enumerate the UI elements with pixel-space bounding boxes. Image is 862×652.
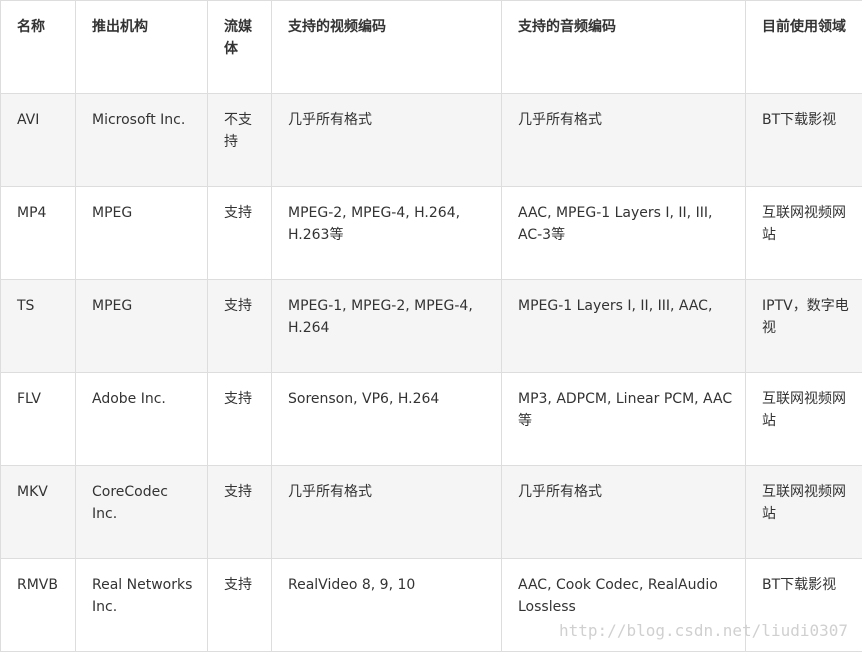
cell-organization: MPEG: [76, 280, 208, 373]
cell-organization: Real Networks Inc.: [76, 559, 208, 652]
table-row-mkv: MKV CoreCodec Inc. 支持 几乎所有格式 几乎所有格式 互联网视…: [1, 466, 862, 559]
header-usage: 目前使用领域: [746, 1, 862, 94]
cell-audio-codecs: MP3, ADPCM, Linear PCM, AAC等: [502, 373, 746, 466]
table-row-avi: AVI Microsoft Inc. 不支持 几乎所有格式 几乎所有格式 BT下…: [1, 94, 862, 187]
cell-video-codecs: 几乎所有格式: [272, 94, 502, 187]
cell-streaming: 支持: [208, 559, 272, 652]
cell-streaming: 支持: [208, 373, 272, 466]
cell-organization: Microsoft Inc.: [76, 94, 208, 187]
header-streaming: 流媒体: [208, 1, 272, 94]
cell-name: MKV: [1, 466, 76, 559]
table-row-mp4: MP4 MPEG 支持 MPEG-2, MPEG-4, H.264, H.263…: [1, 187, 862, 280]
cell-audio-codecs: 几乎所有格式: [502, 94, 746, 187]
header-audio-codecs: 支持的音频编码: [502, 1, 746, 94]
cell-organization: Adobe Inc.: [76, 373, 208, 466]
cell-streaming: 支持: [208, 466, 272, 559]
cell-name: AVI: [1, 94, 76, 187]
cell-video-codecs: RealVideo 8, 9, 10: [272, 559, 502, 652]
table-row-flv: FLV Adobe Inc. 支持 Sorenson, VP6, H.264 M…: [1, 373, 862, 466]
watermark-url: http://blog.csdn.net/liudi0307: [559, 621, 848, 640]
cell-video-codecs: 几乎所有格式: [272, 466, 502, 559]
cell-organization: MPEG: [76, 187, 208, 280]
cell-audio-codecs: MPEG-1 Layers I, II, III, AAC,: [502, 280, 746, 373]
cell-name: FLV: [1, 373, 76, 466]
cell-audio-codecs: 几乎所有格式: [502, 466, 746, 559]
cell-usage: 互联网视频网站: [746, 466, 862, 559]
cell-video-codecs: Sorenson, VP6, H.264: [272, 373, 502, 466]
cell-streaming: 支持: [208, 187, 272, 280]
cell-usage: IPTV，数字电视: [746, 280, 862, 373]
cell-usage: 互联网视频网站: [746, 373, 862, 466]
table-row-ts: TS MPEG 支持 MPEG-1, MPEG-2, MPEG-4, H.264…: [1, 280, 862, 373]
cell-organization: CoreCodec Inc.: [76, 466, 208, 559]
header-name: 名称: [1, 1, 76, 94]
format-comparison-table: 名称 推出机构 流媒体 支持的视频编码 支持的音频编码 目前使用领域 AVI M…: [0, 0, 862, 652]
header-video-codecs: 支持的视频编码: [272, 1, 502, 94]
cell-name: TS: [1, 280, 76, 373]
cell-video-codecs: MPEG-1, MPEG-2, MPEG-4, H.264: [272, 280, 502, 373]
cell-usage: BT下载影视: [746, 94, 862, 187]
header-organization: 推出机构: [76, 1, 208, 94]
cell-name: RMVB: [1, 559, 76, 652]
cell-streaming: 支持: [208, 280, 272, 373]
cell-audio-codecs: AAC, MPEG-1 Layers I, II, III, AC-3等: [502, 187, 746, 280]
cell-usage: 互联网视频网站: [746, 187, 862, 280]
cell-video-codecs: MPEG-2, MPEG-4, H.264, H.263等: [272, 187, 502, 280]
cell-streaming: 不支持: [208, 94, 272, 187]
table-header-row: 名称 推出机构 流媒体 支持的视频编码 支持的音频编码 目前使用领域: [1, 1, 862, 94]
cell-name: MP4: [1, 187, 76, 280]
